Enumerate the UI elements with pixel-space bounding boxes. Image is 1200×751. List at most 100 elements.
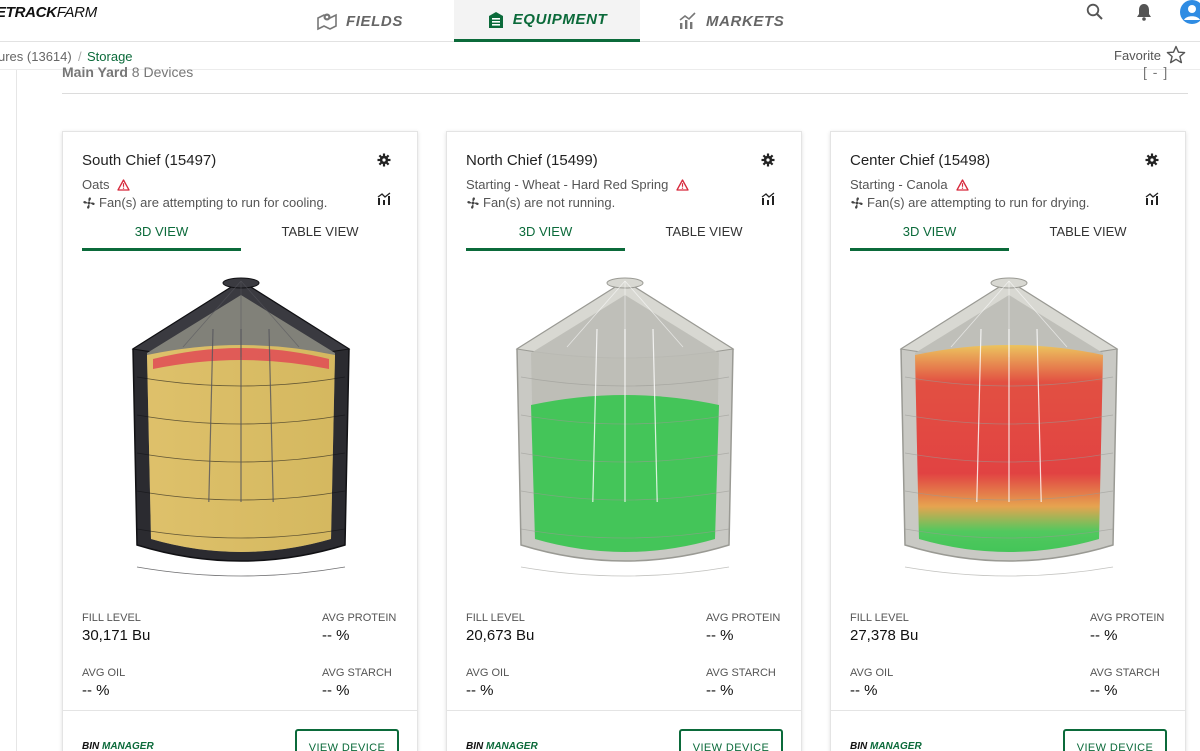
avg-starch-value: -- %: [322, 682, 350, 699]
bin-3d-view[interactable]: [891, 277, 1127, 582]
search-icon[interactable]: [1086, 3, 1104, 21]
tab-table-view[interactable]: TABLE VIEW: [241, 224, 399, 251]
breadcrumb-separator: /: [78, 49, 82, 64]
collapse-toggle[interactable]: [ - ]: [1143, 64, 1168, 80]
bin-3d-model[interactable]: [891, 277, 1127, 582]
device-status-text: Oats: [82, 177, 110, 192]
avg-protein-stat: AVG PROTEIN -- %: [1090, 612, 1164, 644]
view-device-button[interactable]: VIEW DEVICE: [679, 729, 783, 751]
avg-protein-label: AVG PROTEIN: [706, 612, 781, 624]
avg-starch-label: AVG STARCH: [706, 667, 776, 679]
fill-level-label: FILL LEVEL: [466, 612, 525, 624]
avg-protein-label: AVG PROTEIN: [322, 612, 397, 624]
fill-level-value: 30,171 Bu: [82, 627, 151, 644]
fill-level-label: FILL LEVEL: [82, 612, 141, 624]
tab-3d-view[interactable]: 3D VIEW: [466, 224, 625, 251]
avg-oil-value: -- %: [82, 682, 110, 699]
field-map-icon: [317, 13, 337, 31]
card-footer-divider: [63, 710, 417, 711]
fan-status: Fan(s) are attempting to run for drying.: [850, 195, 1090, 210]
fan-icon: [83, 196, 95, 209]
card-footer-divider: [447, 710, 801, 711]
breadcrumb-current: Storage: [87, 49, 133, 64]
avg-starch-label: AVG STARCH: [322, 667, 392, 679]
view-device-button[interactable]: VIEW DEVICE: [295, 729, 399, 751]
brand-logo[interactable]: ETRACKFARM: [0, 4, 97, 21]
favorite-label[interactable]: Favorite: [1114, 48, 1161, 63]
avg-oil-label: AVG OIL: [82, 667, 126, 679]
device-card: Center Chief (15498) Starting - Canola F…: [830, 131, 1186, 751]
user-avatar-icon[interactable]: [1180, 0, 1200, 24]
breadcrumb-link-structures[interactable]: ures (13614): [0, 49, 72, 64]
warning-icon[interactable]: [117, 178, 131, 191]
card-footer-divider: [831, 710, 1185, 711]
markets-chart-icon: [679, 12, 696, 29]
avg-oil-stat: AVG OIL -- %: [466, 667, 509, 699]
bin-3d-model[interactable]: [123, 277, 359, 582]
fan-status-text: Fan(s) are attempting to run for drying.: [867, 195, 1090, 210]
avg-oil-label: AVG OIL: [850, 667, 894, 679]
tab-3d-view[interactable]: 3D VIEW: [82, 224, 241, 251]
equipment-icon: [488, 11, 503, 28]
gear-icon[interactable]: [1145, 153, 1159, 167]
avg-oil-label: AVG OIL: [466, 667, 510, 679]
fill-level-stat: FILL LEVEL 20,673 Bu: [466, 612, 534, 644]
avg-protein-value: -- %: [322, 627, 350, 644]
tab-3d-view[interactable]: 3D VIEW: [850, 224, 1009, 251]
fan-icon: [467, 196, 479, 209]
nav-tab-label: FIELDS: [346, 12, 403, 30]
fan-status: Fan(s) are not running.: [466, 195, 615, 210]
nav-tab-label: EQUIPMENT: [512, 11, 608, 28]
nav-tab-fields[interactable]: FIELDS: [316, 0, 403, 42]
avg-oil-stat: AVG OIL -- %: [82, 667, 125, 699]
device-title[interactable]: South Chief (15497): [82, 152, 216, 169]
avg-starch-stat: AVG STARCH -- %: [322, 667, 392, 699]
fill-level-value: 27,378 Bu: [850, 627, 919, 644]
bin-manager-logo: BIN MANAGER: [82, 741, 154, 751]
bin-manager-logo: BIN MANAGER: [850, 741, 922, 751]
device-status-text: Starting - Wheat - Hard Red Spring: [466, 177, 669, 192]
device-title[interactable]: North Chief (15499): [466, 152, 598, 169]
bin-3d-model[interactable]: [507, 277, 743, 582]
star-icon[interactable]: [1166, 45, 1186, 65]
avg-protein-stat: AVG PROTEIN -- %: [322, 612, 396, 644]
warning-icon[interactable]: [955, 178, 969, 191]
avg-starch-label: AVG STARCH: [1090, 667, 1160, 679]
device-status: Starting - Wheat - Hard Red Spring: [466, 177, 689, 192]
device-card: North Chief (15499) Starting - Wheat - H…: [446, 131, 802, 751]
nav-tab-label: MARKETS: [706, 12, 785, 30]
section-divider: [62, 93, 1188, 94]
gear-icon[interactable]: [377, 153, 391, 167]
bell-icon[interactable]: [1136, 3, 1152, 21]
bin-manager-logo: BIN MANAGER: [466, 741, 538, 751]
view-device-button[interactable]: VIEW DEVICE: [1063, 729, 1167, 751]
fan-status: Fan(s) are attempting to run for cooling…: [82, 195, 327, 210]
device-status-text: Starting - Canola: [850, 177, 948, 192]
trend-chart-icon[interactable]: [377, 192, 391, 206]
device-status: Oats: [82, 177, 131, 192]
nav-tab-equipment[interactable]: EQUIPMENT: [454, 0, 640, 42]
avg-starch-stat: AVG STARCH -- %: [1090, 667, 1160, 699]
bin-3d-view[interactable]: [123, 277, 359, 582]
tab-table-view[interactable]: TABLE VIEW: [1009, 224, 1167, 251]
trend-chart-icon[interactable]: [1145, 192, 1159, 206]
gear-icon[interactable]: [761, 153, 775, 167]
device-card: South Chief (15497) Oats Fan(s) are atte…: [62, 131, 418, 751]
avg-oil-value: -- %: [850, 682, 878, 699]
fill-level-value: 20,673 Bu: [466, 627, 535, 644]
fill-level-stat: FILL LEVEL 30,171 Bu: [82, 612, 150, 644]
device-title[interactable]: Center Chief (15498): [850, 152, 990, 169]
warning-icon[interactable]: [676, 178, 689, 191]
top-nav: ETRACKFARM FIELDS EQUIPMENT MARKETS: [0, 0, 1200, 42]
trend-chart-icon[interactable]: [761, 192, 775, 206]
tab-table-view[interactable]: TABLE VIEW: [625, 224, 783, 251]
avg-protein-label: AVG PROTEIN: [1090, 612, 1165, 624]
bin-3d-view[interactable]: [507, 277, 743, 582]
avg-oil-value: -- %: [466, 682, 494, 699]
avg-starch-stat: AVG STARCH -- %: [706, 667, 776, 699]
nav-tab-markets[interactable]: MARKETS: [678, 0, 784, 42]
device-status: Starting - Canola: [850, 177, 969, 192]
fan-status-text: Fan(s) are attempting to run for cooling…: [99, 195, 328, 210]
avg-protein-value: -- %: [706, 627, 734, 644]
avg-starch-value: -- %: [706, 682, 734, 699]
